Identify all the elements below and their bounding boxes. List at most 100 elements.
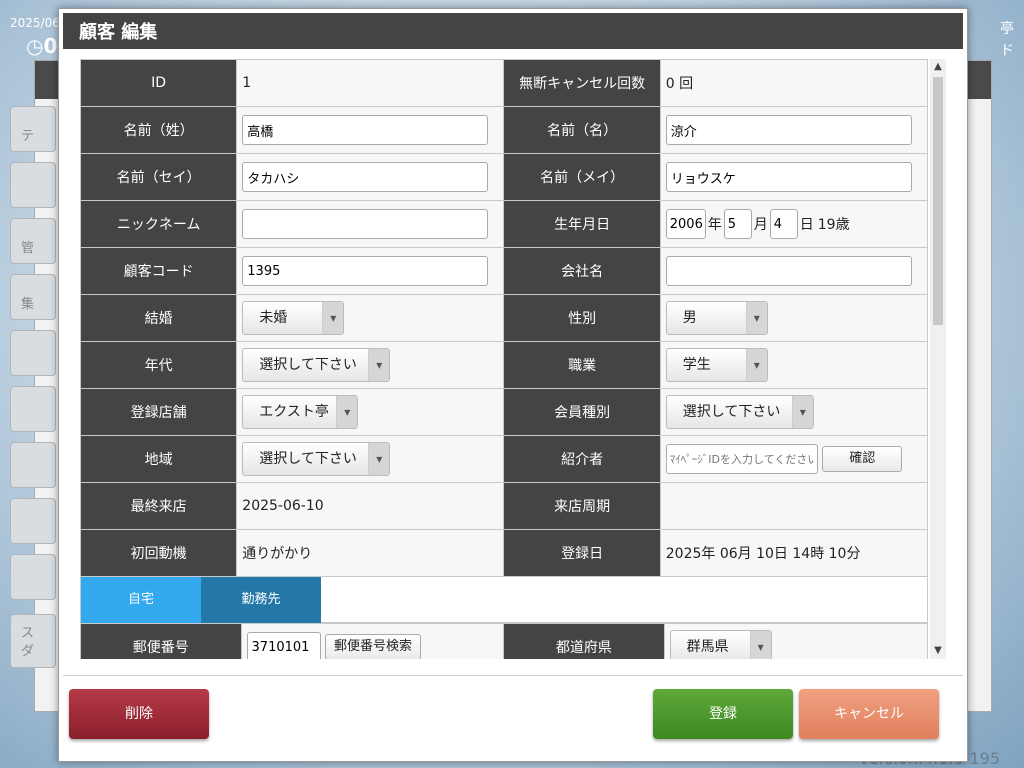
company-label: 会社名: [503, 247, 661, 295]
zip-label: 郵便番号: [80, 623, 242, 659]
birth-year-input[interactable]: [665, 209, 706, 239]
member-type-select-value: 選択して下さい: [682, 404, 781, 420]
birth-month-unit: 月: [753, 217, 768, 233]
customer-form-table: ID 1 無断キャンセル回数 0 回 名前（姓） 名前（名） 名前（セイ） 名前…: [80, 59, 929, 577]
chevron-down-icon: ▾: [745, 349, 767, 381]
store-select-value: エクスト亭: [259, 404, 329, 420]
chevron-down-icon: ▾: [368, 443, 390, 475]
bg-side-button[interactable]: ス ダ: [10, 614, 56, 668]
bg-side-button[interactable]: [10, 330, 56, 376]
visit-cycle-value: [659, 482, 929, 530]
occupation-select[interactable]: 学生 ▾: [665, 348, 768, 382]
last-name-input[interactable]: [242, 115, 489, 145]
store-label: 登録店舗: [80, 388, 238, 436]
first-kana-input[interactable]: [665, 162, 912, 192]
age-group-label: 年代: [80, 341, 238, 389]
birth-month-input[interactable]: [723, 209, 752, 239]
first-name-input[interactable]: [665, 115, 912, 145]
register-date-label: 登録日: [503, 529, 661, 577]
age-group-select[interactable]: 選択して下さい ▾: [242, 348, 391, 382]
store-select[interactable]: エクスト亭 ▾: [242, 395, 359, 429]
referrer-field: 確認: [659, 435, 929, 483]
zip-field: 郵便番号検索: [240, 623, 505, 659]
noshow-label: 無断キャンセル回数: [503, 59, 661, 107]
zip-input[interactable]: [246, 632, 321, 659]
form-scrollbar[interactable]: ▲ ▼: [930, 59, 946, 659]
customer-edit-dialog: 顧客 編集 ID 1 無断キャンセル回数 0 回 名前（姓） 名前（名） 名前（…: [58, 8, 968, 762]
cancel-button[interactable]: キャンセル: [799, 689, 939, 739]
chevron-down-icon: ▾: [745, 302, 767, 334]
referrer-confirm-button[interactable]: 確認: [822, 446, 903, 472]
customer-code-label: 顧客コード: [80, 247, 238, 295]
nickname-label: ニックネーム: [80, 200, 238, 248]
referrer-label: 紹介者: [503, 435, 661, 483]
register-button[interactable]: 登録: [653, 689, 793, 739]
customer-code-input[interactable]: [242, 256, 489, 286]
bg-side-button[interactable]: [10, 442, 56, 488]
first-name-label: 名前（名）: [503, 106, 661, 154]
address-tabs: 自宅 勤務先: [80, 577, 928, 623]
bg-side-button[interactable]: 管: [10, 218, 56, 264]
region-select-value: 選択して下さい: [259, 451, 357, 467]
bg-side-button[interactable]: [10, 554, 56, 600]
chevron-down-icon: ▾: [336, 396, 358, 428]
tab-home[interactable]: 自宅: [81, 577, 201, 623]
chevron-down-icon: ▾: [749, 631, 771, 659]
first-motive-value: 通りがかり: [236, 529, 505, 577]
region-label: 地域: [80, 435, 238, 483]
age-value: 19歳: [817, 217, 850, 233]
marital-select-value: 未婚: [259, 310, 288, 326]
address-table: 郵便番号 郵便番号検索 都道府県 群馬県 ▾: [80, 623, 929, 659]
zip-search-button[interactable]: 郵便番号検索: [324, 633, 421, 659]
member-type-select[interactable]: 選択して下さい ▾: [665, 395, 814, 429]
referrer-input[interactable]: [665, 444, 818, 474]
scroll-down-icon[interactable]: ▼: [930, 643, 946, 659]
prefecture-select-value: 群馬県: [686, 639, 729, 655]
footer-divider: [63, 675, 963, 676]
tab-work[interactable]: 勤務先: [201, 577, 321, 623]
visit-cycle-label: 来店周期: [503, 482, 661, 530]
last-visit-label: 最終来店: [80, 482, 238, 530]
scroll-up-icon[interactable]: ▲: [930, 59, 946, 75]
region-select[interactable]: 選択して下さい ▾: [242, 442, 391, 476]
bg-side-button[interactable]: [10, 498, 56, 544]
bg-header-right: 亭 ド: [1000, 21, 1014, 59]
bg-clock-icon: ◷0: [26, 34, 58, 58]
first-kana-label: 名前（メイ）: [503, 153, 661, 201]
nickname-input[interactable]: [242, 209, 489, 239]
gender-label: 性別: [503, 294, 661, 342]
bg-side-button[interactable]: 集: [10, 274, 56, 320]
chevron-down-icon: ▾: [322, 302, 344, 334]
prefecture-label: 都道府県: [503, 623, 665, 659]
last-kana-input[interactable]: [242, 162, 489, 192]
noshow-value: 0 回: [659, 59, 929, 107]
birth-day-unit: 日: [799, 217, 814, 233]
birth-day-input[interactable]: [769, 209, 798, 239]
delete-button[interactable]: 削除: [69, 689, 209, 739]
first-motive-label: 初回動機: [80, 529, 238, 577]
company-input[interactable]: [665, 256, 912, 286]
bg-date: 2025/06: [10, 16, 60, 30]
form-scroll-area[interactable]: ID 1 無断キャンセル回数 0 回 名前（姓） 名前（名） 名前（セイ） 名前…: [80, 59, 930, 659]
last-kana-label: 名前（セイ）: [80, 153, 238, 201]
marital-select[interactable]: 未婚 ▾: [242, 301, 345, 335]
scrollbar-thumb[interactable]: [933, 77, 943, 325]
member-type-label: 会員種別: [503, 388, 661, 436]
dialog-title: 顧客 編集: [63, 13, 963, 49]
chevron-down-icon: ▾: [791, 396, 813, 428]
id-value: 1: [236, 59, 505, 107]
id-label: ID: [80, 59, 238, 107]
birth-year-unit: 年: [707, 217, 722, 233]
bg-side-button[interactable]: [10, 386, 56, 432]
register-date-value: 2025年 06月 10日 14時 10分: [659, 529, 929, 577]
bg-side-button[interactable]: テ: [10, 106, 56, 152]
occupation-label: 職業: [503, 341, 661, 389]
occupation-select-value: 学生: [682, 357, 711, 373]
bg-side-button[interactable]: [10, 162, 56, 208]
prefecture-select[interactable]: 群馬県 ▾: [669, 630, 772, 659]
age-group-select-value: 選択して下さい: [259, 357, 357, 373]
birthday-label: 生年月日: [503, 200, 661, 248]
gender-select[interactable]: 男 ▾: [665, 301, 768, 335]
gender-select-value: 男: [682, 310, 697, 326]
birthday-field: 年 月 日19歳: [659, 200, 929, 248]
